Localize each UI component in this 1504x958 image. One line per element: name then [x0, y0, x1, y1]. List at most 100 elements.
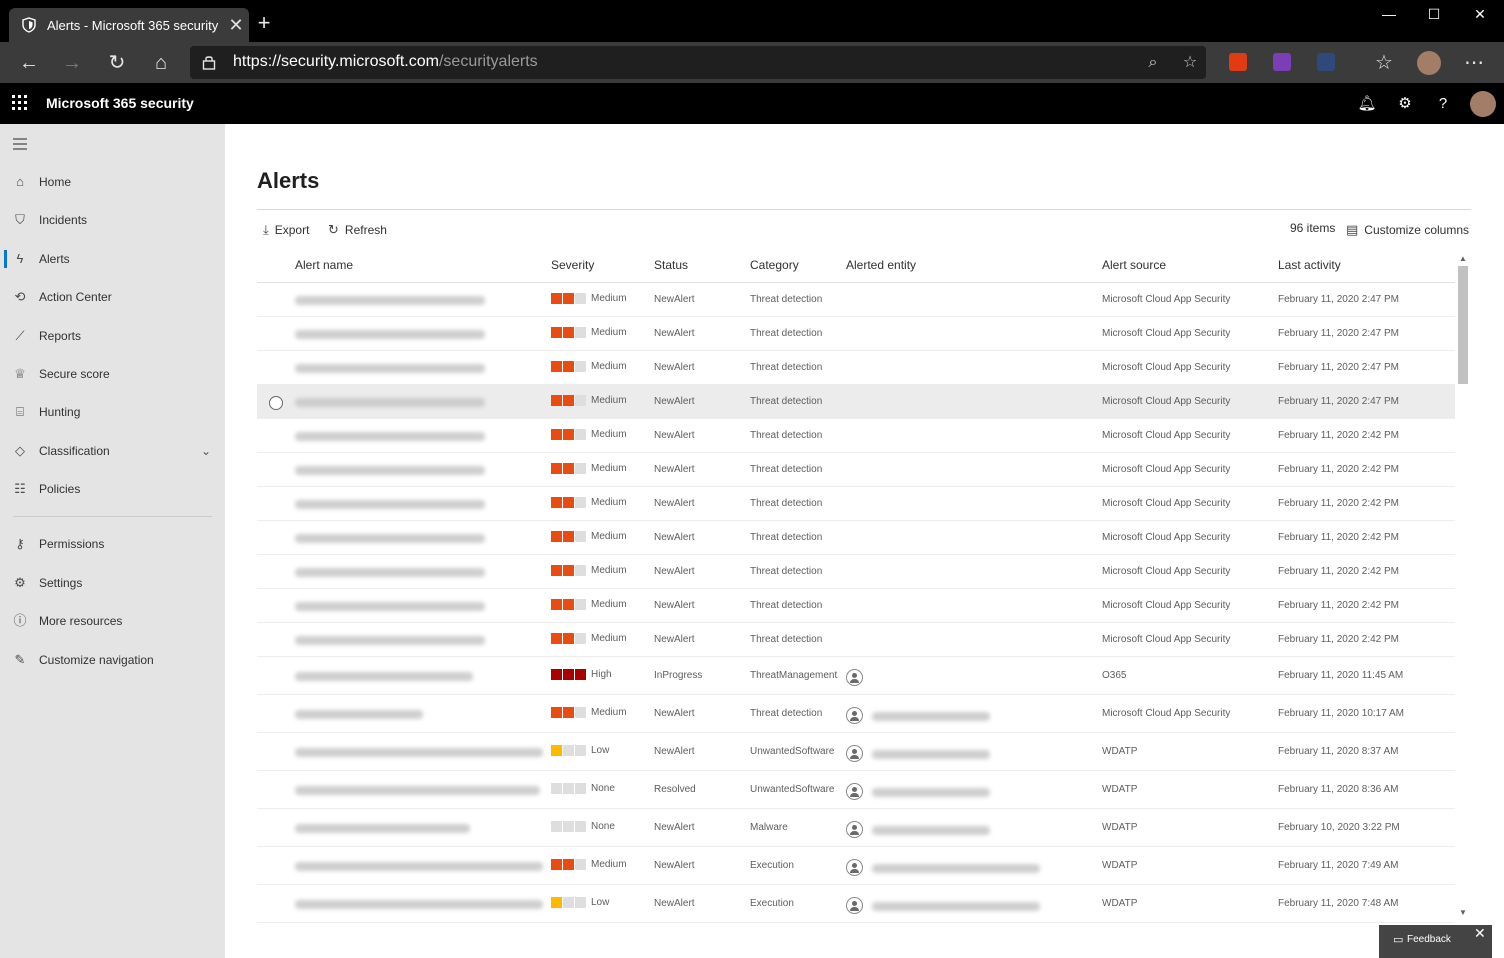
alert-name-redacted[interactable] [295, 636, 485, 645]
scrollbar-thumb[interactable] [1458, 266, 1468, 384]
browser-tab[interactable]: Alerts - Microsoft 365 security ✕ [9, 8, 249, 42]
profile-avatar[interactable] [1417, 51, 1441, 75]
table-row[interactable]: Medium NewAlert Threat detection Microsoft … [257, 283, 1455, 317]
home-icon[interactable]: ⌂ [149, 51, 173, 75]
alert-name-redacted[interactable] [295, 748, 543, 757]
customize-columns-button[interactable]: ▤ Customize columns [1346, 220, 1469, 240]
table-row[interactable]: Medium NewAlert Threat detection Microsoft … [257, 521, 1455, 555]
alert-name-redacted[interactable] [295, 466, 485, 475]
column-header-last-activity[interactable]: Last activity [1278, 258, 1341, 272]
maximize-button[interactable]: ☐ [1411, 6, 1457, 28]
user-icon[interactable] [846, 821, 863, 838]
alert-name-redacted[interactable] [295, 900, 543, 909]
alert-name-redacted[interactable] [295, 602, 485, 611]
nav-item-permissions[interactable]: ⚷ Permissions [0, 529, 225, 559]
user-icon[interactable] [846, 859, 863, 876]
gear-icon[interactable]: ⚙ [1395, 94, 1415, 114]
favorites-icon[interactable]: ☆ [1372, 51, 1396, 75]
table-row[interactable]: None Resolved UnwantedSoftware WDATP Februar… [257, 771, 1455, 809]
table-row[interactable]: Medium NewAlert Threat detection Microsoft … [257, 385, 1455, 419]
table-row[interactable]: Medium NewAlert Threat detection Microsoft … [257, 351, 1455, 385]
nav-item-customize-navigation[interactable]: ✎ Customize navigation [0, 645, 225, 675]
entity-redacted[interactable] [872, 864, 1040, 873]
table-row[interactable]: Medium NewAlert Threat detection Microsoft … [257, 453, 1455, 487]
nav-item-policies[interactable]: ☷ Policies [0, 474, 225, 504]
alert-name-redacted[interactable] [295, 568, 485, 577]
nav-item-reports[interactable]: ⟋ Reports [0, 321, 225, 351]
bell-icon[interactable]: 🔔︎ [1357, 94, 1377, 114]
user-icon[interactable] [846, 669, 863, 686]
table-row[interactable]: High InProgress ThreatManagement O365 Februa… [257, 657, 1455, 695]
alert-name-redacted[interactable] [295, 364, 485, 373]
nav-item-alerts[interactable]: ϟ Alerts [0, 244, 225, 274]
table-row[interactable]: Medium NewAlert Execution WDATP February 11,… [257, 847, 1455, 885]
more-icon[interactable]: ⋯ [1462, 51, 1486, 75]
extension-icon[interactable] [1317, 53, 1335, 71]
table-row[interactable]: Medium NewAlert Threat detection Microsoft … [257, 695, 1455, 733]
nav-item-secure-score[interactable]: ♕ Secure score [0, 359, 225, 389]
table-row[interactable]: Low NewAlert Execution WDATP February 11, 20… [257, 885, 1455, 923]
hamburger-icon[interactable] [13, 138, 27, 150]
table-row[interactable]: Medium NewAlert Threat detection Microsoft … [257, 555, 1455, 589]
forward-icon[interactable]: → [60, 51, 84, 75]
alert-name-redacted[interactable] [295, 824, 470, 833]
table-row[interactable]: Medium NewAlert Threat detection Microsoft … [257, 487, 1455, 521]
avatar[interactable] [1470, 91, 1496, 117]
table-row[interactable]: Medium NewAlert Threat detection Microsoft … [257, 317, 1455, 351]
row-select-radio[interactable] [269, 396, 283, 410]
entity-redacted[interactable] [872, 712, 990, 721]
user-icon[interactable] [846, 745, 863, 762]
address-bar[interactable]: https://security.microsoft.com/securitya… [190, 46, 1206, 79]
alert-name-redacted[interactable] [295, 330, 485, 339]
table-row[interactable]: Medium NewAlert Threat detection Microsoft … [257, 589, 1455, 623]
nav-item-settings[interactable]: ⚙ Settings [0, 568, 225, 598]
back-icon[interactable]: ← [17, 51, 41, 75]
close-feedback-icon[interactable]: ✕ [1474, 925, 1486, 942]
alert-name-redacted[interactable] [295, 672, 473, 681]
user-icon[interactable] [846, 783, 863, 800]
office-extension-icon[interactable] [1229, 53, 1247, 71]
nav-item-more-resources[interactable]: ⓘ More resources [0, 606, 225, 636]
column-header-alert-name[interactable]: Alert name [295, 258, 353, 272]
entity-redacted[interactable] [872, 902, 1040, 911]
alert-name-redacted[interactable] [295, 862, 543, 871]
user-icon[interactable] [846, 897, 863, 914]
column-header-alerted-entity[interactable]: Alerted entity [846, 258, 916, 272]
table-row[interactable]: Medium NewAlert Threat detection Microsoft … [257, 419, 1455, 453]
scroll-up-icon[interactable]: ▲ [1459, 254, 1467, 263]
alert-name-redacted[interactable] [295, 710, 423, 719]
alert-name-redacted[interactable] [295, 786, 540, 795]
new-tab-button[interactable]: + [254, 12, 274, 34]
nav-item-incidents[interactable]: ⛉ Incidents [0, 205, 225, 235]
table-row[interactable]: None NewAlert Malware WDATP February 10, 202… [257, 809, 1455, 847]
app-title[interactable]: Microsoft 365 security [46, 95, 194, 111]
table-row[interactable]: Medium NewAlert Threat detection Microsoft … [257, 623, 1455, 657]
alert-name-redacted[interactable] [295, 296, 485, 305]
refresh-icon[interactable]: ↻ [105, 51, 129, 75]
column-header-alert-source[interactable]: Alert source [1102, 258, 1166, 272]
app-launcher-icon[interactable] [12, 95, 28, 111]
alert-name-redacted[interactable] [295, 432, 485, 441]
chevron-down-icon[interactable]: ⌄ [201, 444, 211, 458]
close-window-button[interactable]: ✕ [1457, 6, 1503, 28]
entity-redacted[interactable] [872, 750, 990, 759]
nav-item-hunting[interactable]: ⌸ Hunting [0, 397, 225, 427]
feedback-button[interactable]: ▭ Feedback ✕ [1379, 925, 1492, 958]
favorite-star-icon[interactable]: ☆ [1181, 54, 1199, 72]
zoom-icon[interactable]: ⌕ [1144, 54, 1162, 72]
help-icon[interactable]: ? [1433, 94, 1453, 114]
alert-name-redacted[interactable] [295, 398, 485, 407]
entity-redacted[interactable] [872, 788, 990, 797]
alert-name-redacted[interactable] [295, 500, 485, 509]
export-button[interactable]: ⤓ Export [263, 220, 309, 240]
minimize-button[interactable]: — [1366, 6, 1412, 28]
scroll-down-icon[interactable]: ▼ [1459, 908, 1467, 917]
alert-name-redacted[interactable] [295, 534, 485, 543]
column-header-status[interactable]: Status [654, 258, 688, 272]
column-header-severity[interactable]: Severity [551, 258, 594, 272]
close-tab-icon[interactable]: ✕ [223, 15, 249, 36]
refresh-button[interactable]: ↻ Refresh [328, 220, 387, 240]
table-row[interactable]: Low NewAlert UnwantedSoftware WDATP February… [257, 733, 1455, 771]
column-header-category[interactable]: Category [750, 258, 799, 272]
onenote-extension-icon[interactable] [1273, 53, 1291, 71]
